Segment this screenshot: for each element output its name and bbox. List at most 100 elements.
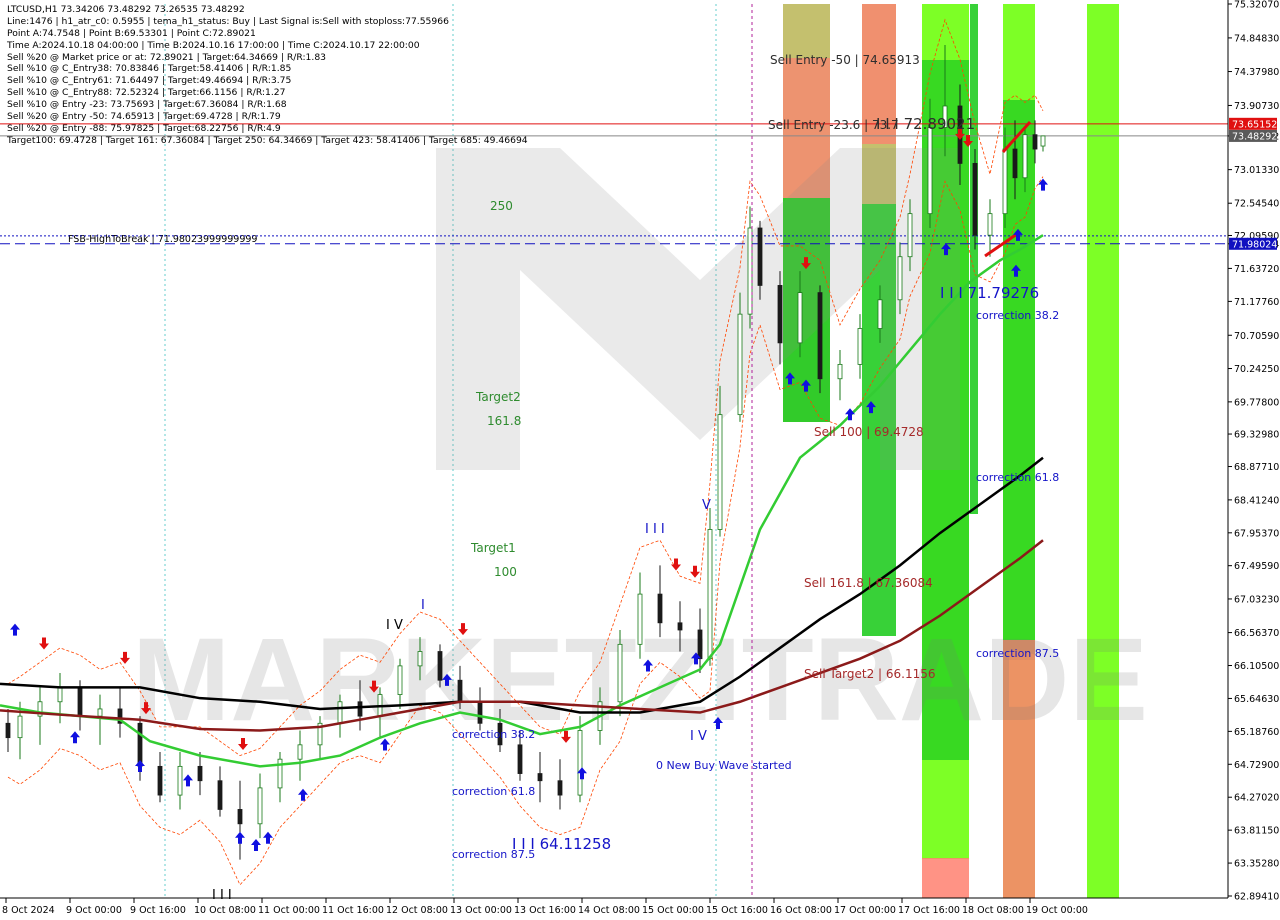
target1-label: Target1 — [470, 541, 516, 555]
wave-v-label: V — [702, 498, 711, 513]
zone-green-d — [970, 4, 978, 514]
info-line: Sell %20 @ Entry -50: 74.65913 | Target:… — [7, 111, 281, 123]
sell-target2-label: Sell Target2 | 66.1156 — [804, 667, 936, 681]
y-tick-label: 67.49590 — [1234, 561, 1279, 572]
candle-body — [177, 765, 183, 796]
candle-body — [657, 593, 663, 624]
candle-body — [57, 687, 63, 703]
candle-body — [17, 715, 23, 739]
candle-body — [517, 744, 523, 774]
y-tick-label: 64.27020 — [1234, 793, 1279, 804]
y-tick-label: 75.32070 — [1234, 0, 1279, 11]
info-line: Line:1476 | h1_atr_c0: 0.5955 | tema_h1_… — [7, 15, 449, 27]
y-tick-label: 67.95370 — [1234, 528, 1279, 539]
candle-body — [897, 256, 903, 301]
y-tick-label: 69.77800 — [1234, 397, 1279, 408]
candle-body — [837, 363, 843, 380]
candle-body — [907, 213, 913, 258]
y-tick-label: 68.87710 — [1234, 462, 1279, 473]
candle-body — [677, 622, 683, 631]
candle-body — [197, 765, 203, 782]
sell-entry-50-label: Sell Entry -50 | 74.65913 — [770, 53, 920, 67]
candle-body — [557, 780, 563, 796]
candle-body — [297, 744, 303, 760]
y-tick-label: 73.01330 — [1234, 165, 1279, 176]
correction-382-right: correction 38.2 — [976, 309, 1059, 322]
price-tag-label: 73.65152 — [1232, 119, 1277, 130]
candle-body — [697, 629, 703, 660]
candle-body — [257, 787, 263, 825]
candle-body — [927, 127, 933, 215]
candle-body — [857, 328, 863, 365]
x-tick-label: 19 Oct 00:00 — [1026, 905, 1088, 916]
y-tick-label: 66.56370 — [1234, 628, 1279, 639]
x-tick-label: 11 Oct 00:00 — [258, 905, 320, 916]
y-tick-label: 70.24250 — [1234, 364, 1279, 375]
info-line: Sell %20 @ Market price or at: 72.89021 … — [7, 51, 327, 63]
candle-body — [97, 708, 103, 717]
candle-body — [457, 679, 463, 703]
y-tick-label: 73.90730 — [1234, 101, 1279, 112]
info-line: Time A:2024.10.18 04:00:00 | Time B:2024… — [7, 39, 420, 51]
candle-body — [1012, 148, 1018, 179]
y-tick-label: 71.63720 — [1234, 264, 1279, 275]
x-tick-label: 15 Oct 00:00 — [642, 905, 704, 916]
y-tick-label: 72.54540 — [1234, 199, 1279, 210]
wave-iii-label: I I I — [645, 522, 665, 537]
info-line: LTCUSD,H1 73.34206 73.48292 73.26535 73.… — [7, 4, 245, 15]
candle-body — [737, 313, 743, 416]
x-tick-label: 18 Oct 08:00 — [962, 905, 1024, 916]
sell-161-label: Sell 161.8 | 67.36084 — [804, 576, 933, 590]
candle-body — [417, 651, 423, 667]
y-tick-label: 64.72900 — [1234, 760, 1279, 771]
candle-body — [577, 730, 583, 796]
y-tick-label: 62.89410 — [1234, 892, 1279, 903]
label-250: 250 — [490, 199, 513, 213]
info-line: Sell %10 @ C_Entry88: 72.52324 | Target:… — [7, 87, 286, 99]
candle-body — [972, 163, 978, 236]
y-tick-label: 68.41240 — [1234, 495, 1279, 506]
correction-382-left: correction 38.2 — [452, 728, 535, 741]
wave-iii-bottom-label: I I I — [212, 888, 232, 903]
x-tick-label: 16 Oct 08:00 — [770, 905, 832, 916]
y-tick-label: 69.32980 — [1234, 430, 1279, 441]
candle-body — [537, 773, 543, 782]
candle-body — [637, 593, 643, 645]
new-wave-label: 0 New Buy Wave started — [656, 759, 792, 772]
candle-body — [987, 213, 993, 236]
correction-618-left: correction 61.8 — [452, 785, 535, 798]
candle-body — [757, 227, 763, 286]
price-tag-label: 73.48292 — [1232, 131, 1277, 142]
candle-body — [797, 292, 803, 344]
wave-i-label: I — [421, 598, 425, 613]
x-tick-label: 9 Oct 16:00 — [130, 905, 186, 916]
x-tick-label: 17 Oct 16:00 — [898, 905, 960, 916]
candle-body — [1040, 135, 1046, 147]
candle-body — [137, 722, 143, 767]
candle-body — [717, 414, 723, 530]
candle-body — [877, 299, 883, 329]
candle-body — [817, 292, 823, 380]
candle-body — [1032, 134, 1038, 150]
fib-100-label: 100 — [494, 565, 517, 579]
wave-iv-left-label: I V — [386, 618, 403, 633]
info-line: Target100: 69.4728 | Target 161: 67.3608… — [7, 134, 528, 146]
point-c-label: I I I 72.89021 — [876, 115, 975, 133]
info-line: Sell %20 @ Entry -88: 75.97825 | Target:… — [7, 122, 281, 134]
info-line: Point A:74.7548 | Point B:69.53301 | Poi… — [7, 27, 256, 39]
y-tick-label: 65.18760 — [1234, 727, 1279, 738]
y-tick-label: 66.10500 — [1234, 661, 1279, 672]
y-tick-label: 63.35280 — [1234, 859, 1279, 870]
candle-body — [237, 809, 243, 825]
x-tick-label: 9 Oct 00:00 — [66, 905, 122, 916]
info-line: Sell %10 @ Entry -23: 73.75693 | Target:… — [7, 99, 287, 111]
candle-body — [217, 780, 223, 810]
fib-161-label: 161.8 — [487, 414, 521, 428]
candle-body — [437, 651, 443, 681]
x-tick-label: 13 Oct 00:00 — [450, 905, 512, 916]
candle-body — [5, 722, 11, 739]
y-tick-label: 67.03230 — [1234, 594, 1279, 605]
info-panel: LTCUSD,H1 73.34206 73.48292 73.26535 73.… — [7, 4, 528, 147]
zone-green-e — [1003, 100, 1035, 660]
candle-body — [357, 701, 363, 717]
